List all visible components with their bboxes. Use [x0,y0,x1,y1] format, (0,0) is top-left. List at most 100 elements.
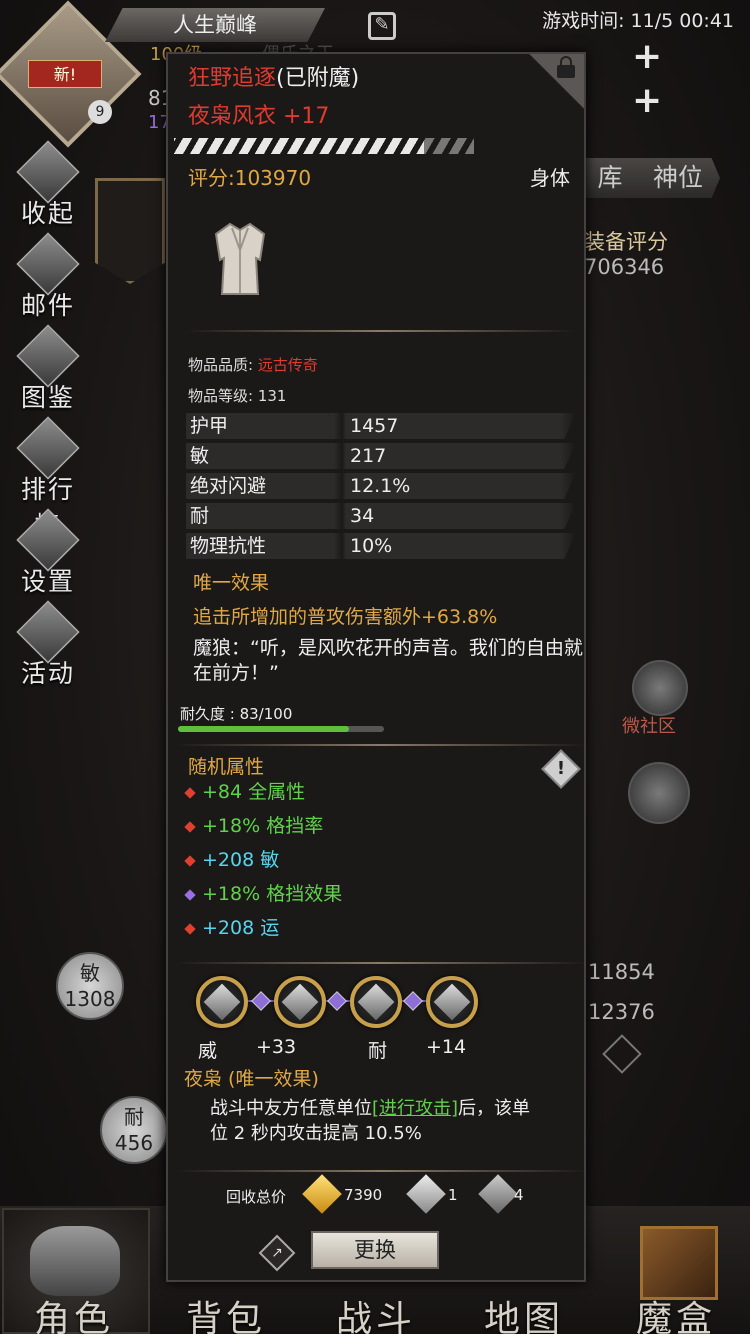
stat-value: 10% [350,535,393,557]
random-attr: +84 全属性 [184,780,305,804]
socket-label: +33 [256,1036,297,1058]
sidebar-item-ranking[interactable]: 排行榜 [8,416,88,540]
stat-row: 护甲 1457 [186,413,576,439]
rune-icon [357,983,395,1021]
divider [176,744,586,746]
random-attr: +208 敏 [184,848,279,872]
item-level: 物品等级: 131 [188,387,287,405]
flavor-quote: 魔狼：“听，是风吹花开的声音。我们的自由就在前方！” [193,637,583,684]
random-attr: +18% 格挡效果 [184,882,342,906]
agility-value: 1308 [64,987,116,1011]
prefix-name: 狂野追逐 [188,66,277,91]
recycle-label: 回收总价 [226,1188,287,1206]
rune-socket-2[interactable] [274,976,326,1028]
sidebar-item-events[interactable]: 活动 [8,600,88,692]
random-attrs-title: 随机属性 [188,756,265,778]
banner-decoration [95,178,165,284]
share-icon: ↗ [271,1245,283,1261]
item-prefix: 狂野追逐(已附魔) [188,60,359,92]
new-badge: 新! [28,60,102,88]
divider [176,962,586,964]
item-quality: 物品品质: 远古传奇 [188,354,318,375]
divider [176,1170,586,1172]
nav-battle[interactable]: 战斗 [336,1290,416,1334]
stat-name: 耐 [190,505,210,527]
stat-value: 34 [350,505,375,527]
plus-button-2[interactable]: + [632,80,662,121]
red-gem-icon [184,820,196,833]
item-name: 夜枭风衣 +17 [188,104,330,129]
rune-socket-1[interactable] [196,976,248,1028]
enhance-bar [174,138,474,154]
socket-label: 耐 [368,1040,388,1062]
coat-icon [214,222,266,295]
divider [186,330,576,332]
attack-link[interactable]: [进行攻击] [372,1098,458,1119]
item-slot: 身体 [530,166,570,190]
red-gem-icon [184,922,196,935]
stat-name: 敏 [190,445,210,467]
player-title: 人生巅峰 [105,8,325,42]
plus-button-1[interactable]: + [632,36,662,77]
recycle-crystal: 1 [448,1186,458,1204]
red-gem-icon [184,854,196,867]
stat-name: 物理抗性 [190,535,267,557]
unique-effect-title: 唯一效果 [193,572,270,594]
item-score: 评分:103970 [188,166,312,190]
tab-god-seat[interactable]: 神位 [636,158,720,198]
community-label[interactable]: 微社区 [622,712,676,738]
right-stat-2: 12376 [588,1000,655,1024]
emblem-icon[interactable] [628,762,690,824]
nav-map[interactable]: 地图 [484,1290,564,1334]
game-time: 游戏时间: 11/5 00:41 [542,10,734,32]
equip-score: 装备评分 706346 [584,230,668,280]
recycle-gold: 7390 [344,1186,383,1204]
rune-socket-3[interactable] [350,976,402,1028]
durability-fill [178,726,349,732]
agility-stat: 敏 1308 [56,952,124,1020]
agility-label: 敏 [80,961,100,985]
endurance-stat: 耐 456 [100,1096,168,1164]
rune-icon [203,983,241,1021]
random-attr: +208 运 [184,916,279,940]
equip-score-value: 706346 [584,255,665,279]
tab-storage[interactable]: 库 [584,158,636,198]
replace-button[interactable]: 更换 [311,1231,439,1269]
sidebar-item-collapse[interactable]: 收起 [8,140,88,232]
stat-value: 12.1% [350,475,411,497]
enchant-state: (已附魔) [276,66,360,91]
quality-label: 物品品质: [188,356,258,374]
nav-magic-box[interactable]: 魔盒 [636,1290,716,1334]
sidebar-item-mail[interactable]: 邮件 [8,232,88,324]
stat-name: 护甲 [190,415,229,437]
stat-row: 物理抗性 10% [186,533,576,559]
rune-socket-4[interactable] [426,976,478,1028]
level-badge: 9 [88,100,112,124]
recycle-shard: 4 [514,1186,524,1204]
quality-value: 远古传奇 [257,356,318,374]
stat-row: 耐 34 [186,503,576,529]
stat-row: 敏 217 [186,443,576,469]
stat-value: 217 [350,445,387,467]
nav-character[interactable]: 角色 [34,1290,114,1334]
unique-effect-text: 追击所增加的普攻伤害额外+63.8% [193,606,498,628]
set-effect-title: 夜枭 (唯一效果) [184,1068,319,1090]
socket-label: 威 [198,1040,218,1062]
stat-name: 绝对闪避 [190,475,267,497]
sidebar-item-codex[interactable]: 图鉴 [8,324,88,416]
random-attr: +18% 格挡率 [184,814,323,838]
magic-box-icon [640,1226,718,1300]
community-icon[interactable] [632,660,688,716]
durability-label: 耐久度 : 83/100 [180,705,293,723]
nav-backpack[interactable]: 背包 [186,1290,266,1334]
edit-icon[interactable]: ✎ [368,12,396,40]
stat-row: 绝对闪避 12.1% [186,473,576,499]
stat-value: 1457 [350,415,399,437]
rune-icon [281,983,319,1021]
endurance-value: 456 [114,1131,154,1155]
helmet-icon [30,1226,120,1296]
sidebar-item-settings[interactable]: 设置 [8,508,88,600]
lock-icon[interactable] [556,56,576,78]
equip-score-label: 装备评分 [584,230,668,254]
right-stat-1: 11854 [588,960,655,984]
